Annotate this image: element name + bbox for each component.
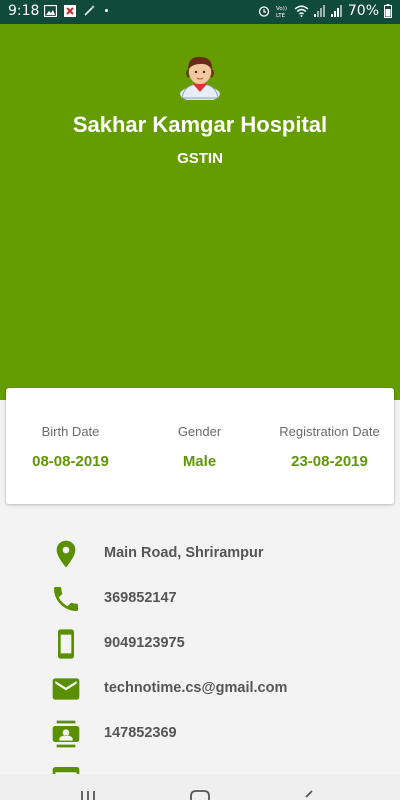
signal-icon-2: [330, 5, 342, 17]
svg-text:Vo)): Vo)): [276, 6, 287, 12]
email-text: technotime.cs@gmail.com: [104, 680, 288, 696]
magic-wand-icon: [84, 5, 95, 16]
mobile-phone-icon: [58, 629, 74, 659]
volte-icon: Vo)) LTE: [276, 6, 287, 18]
phone-row[interactable]: 369852147: [0, 577, 400, 617]
email-row[interactable]: technotime.cs@gmail.com: [0, 667, 400, 707]
battery-percentage: 70%: [347, 3, 379, 19]
signal-icon: [313, 5, 325, 17]
mobile-text: 9049123975: [104, 635, 185, 651]
birth-date-label: Birth Date: [41, 424, 100, 439]
registration-date-label: Registration Date: [279, 424, 380, 439]
mobile-row[interactable]: 9049123975: [0, 622, 400, 662]
app-notification-icon: [64, 4, 76, 17]
svg-text:LTE: LTE: [276, 13, 286, 18]
phone-icon: [54, 587, 78, 611]
more-notifications-dot: [105, 9, 108, 12]
address-row: Main Road, Shrirampur: [0, 532, 400, 572]
gender-label: Gender: [177, 424, 222, 439]
address-text: Main Road, Shrirampur: [104, 545, 264, 561]
info-card: Birth Date 08-08-2019 Gender Male Regist…: [6, 388, 394, 504]
id-row: 147852369: [0, 712, 400, 752]
alarm-icon: [258, 6, 270, 17]
notification-icons: [44, 4, 108, 17]
location-pin-icon: [56, 540, 76, 568]
status-time: 9:18: [8, 3, 40, 19]
contact-card-icon: [52, 720, 80, 748]
gallery-icon: [44, 4, 57, 17]
avatar: [180, 56, 220, 100]
home-icon[interactable]: [190, 790, 210, 800]
recent-apps-icon[interactable]: [80, 790, 96, 800]
registration-date-value: 23-08-2019: [291, 453, 368, 470]
status-bar: 9:18 Vo)) LTE 70%: [0, 0, 400, 24]
gender-value: Male: [182, 453, 217, 470]
profile-header: Sakhar Kamgar Hospital GSTIN: [0, 24, 400, 400]
contact-details: Main Road, Shrirampur 369852147 90491239…: [0, 520, 400, 800]
phone-text: 369852147: [104, 590, 177, 606]
hospital-name: Sakhar Kamgar Hospital: [72, 112, 328, 137]
navigation-bar: [0, 774, 400, 800]
birth-date-value: 08-08-2019: [32, 453, 109, 470]
email-icon: [52, 678, 80, 700]
gstin-label: GSTIN: [177, 150, 223, 167]
back-icon[interactable]: [302, 790, 316, 800]
wifi-icon: [294, 5, 309, 17]
id-text: 147852369: [104, 725, 177, 741]
system-icons: Vo)) LTE 70%: [258, 3, 392, 19]
battery-icon: [384, 4, 392, 18]
